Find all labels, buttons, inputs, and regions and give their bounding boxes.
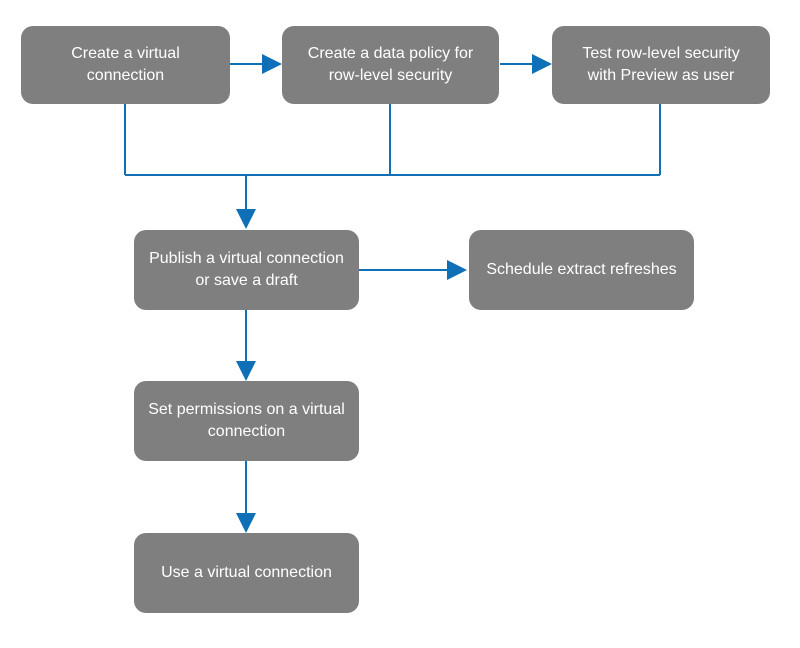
node-test-rls: Test row-level security with Preview as … [552, 26, 770, 104]
node-label: Create a data policy for row-level secur… [296, 43, 485, 88]
node-label: Set permissions on a virtual connection [148, 399, 345, 444]
node-label: Publish a virtual connection or save a d… [148, 248, 345, 293]
node-create-vc: Create a virtual connection [21, 26, 230, 104]
node-label: Create a virtual connection [35, 43, 216, 88]
node-create-policy: Create a data policy for row-level secur… [282, 26, 499, 104]
node-permissions: Set permissions on a virtual connection [134, 381, 359, 461]
node-label: Test row-level security with Preview as … [566, 43, 756, 88]
node-schedule: Schedule extract refreshes [469, 230, 694, 310]
node-use-vc: Use a virtual connection [134, 533, 359, 613]
node-label: Schedule extract refreshes [486, 259, 676, 281]
node-label: Use a virtual connection [161, 562, 332, 584]
node-publish: Publish a virtual connection or save a d… [134, 230, 359, 310]
